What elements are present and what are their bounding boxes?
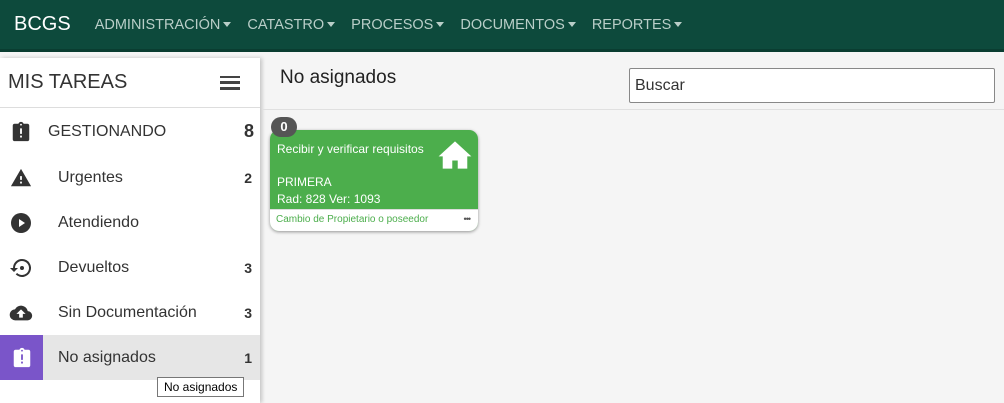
tasks-sidebar: MIS TAREAS GESTIONANDO 8 Urgentes 2 Aten… bbox=[0, 58, 260, 403]
sidebar-item-label: Sin Documentación bbox=[58, 303, 197, 321]
menu-catastro[interactable]: CATASTRO bbox=[247, 17, 336, 33]
caret-down-icon bbox=[223, 22, 232, 27]
sidebar-item-label: No asignados bbox=[58, 348, 156, 366]
sidebar-title: MIS TAREAS bbox=[8, 71, 128, 93]
sidebar-item-no-asignados[interactable]: No asignados 1 bbox=[0, 335, 260, 380]
sidebar-item-label: GESTIONANDO bbox=[48, 122, 167, 140]
top-navbar: BCGS ADMINISTRACIÓN CATASTRO PROCESOS DO… bbox=[0, 0, 1004, 52]
sidebar-item-count: 2 bbox=[244, 169, 252, 186]
sidebar-item-label: Urgentes bbox=[58, 168, 123, 186]
page-title: No asignados bbox=[280, 67, 397, 88]
more-options-icon[interactable]: ••• bbox=[464, 214, 472, 224]
play-circle-icon bbox=[8, 210, 34, 236]
cloud-upload-icon bbox=[8, 300, 34, 326]
menu-procesos[interactable]: PROCESOS bbox=[351, 17, 445, 33]
menu-administracion[interactable]: ADMINISTRACIÓN bbox=[95, 17, 232, 33]
sidebar-item-count: 8 bbox=[243, 121, 254, 141]
divider bbox=[262, 109, 1004, 110]
sidebar-header: MIS TAREAS bbox=[0, 58, 260, 108]
search-input[interactable] bbox=[629, 68, 995, 103]
task-card-title: Recibir y verificar requisitos bbox=[277, 142, 424, 156]
sidebar-item-devueltos[interactable]: Devueltos 3 bbox=[0, 245, 260, 290]
tooltip: No asignados bbox=[157, 377, 245, 397]
clipboard-alert-icon bbox=[8, 119, 34, 145]
home-icon bbox=[438, 140, 472, 175]
sidebar-item-gestionando[interactable]: GESTIONANDO 8 bbox=[0, 109, 260, 154]
sidebar-item-label: Devueltos bbox=[58, 258, 130, 276]
sidebar-item-label: Atendiendo bbox=[58, 213, 139, 231]
task-card-line: PRIMERA bbox=[277, 175, 332, 189]
task-card-footer-text: Cambio de Propietario o poseedor bbox=[276, 214, 429, 225]
history-icon bbox=[8, 255, 34, 281]
caret-down-icon bbox=[327, 22, 336, 27]
clipboard-alert-icon bbox=[0, 335, 43, 380]
sidebar-item-urgentes[interactable]: Urgentes 2 bbox=[0, 155, 260, 200]
brand-logo[interactable]: BCGS bbox=[14, 13, 71, 36]
caret-down-icon bbox=[436, 22, 445, 27]
caret-down-icon bbox=[567, 22, 576, 27]
task-card[interactable]: Recibir y verificar requisitos PRIMERA R… bbox=[270, 130, 478, 231]
sidebar-item-atendiendo[interactable]: Atendiendo bbox=[0, 200, 260, 245]
task-card-footer: Cambio de Propietario o poseedor ••• bbox=[270, 209, 478, 231]
sidebar-item-count: 1 bbox=[244, 349, 252, 366]
sidebar-item-count: 3 bbox=[244, 304, 252, 321]
task-card-line: Rad: 828 Ver: 1093 bbox=[277, 192, 381, 206]
sidebar-item-count: 3 bbox=[244, 259, 252, 276]
menu-reportes[interactable]: REPORTES bbox=[592, 17, 683, 33]
sidebar-item-sin-documentacion[interactable]: Sin Documentación 3 bbox=[0, 290, 260, 335]
warning-icon bbox=[8, 165, 34, 191]
task-card-badge: 0 bbox=[271, 117, 297, 137]
hamburger-menu-icon[interactable] bbox=[220, 75, 240, 90]
caret-down-icon bbox=[674, 22, 683, 27]
menu-documentos[interactable]: DOCUMENTOS bbox=[460, 17, 576, 33]
